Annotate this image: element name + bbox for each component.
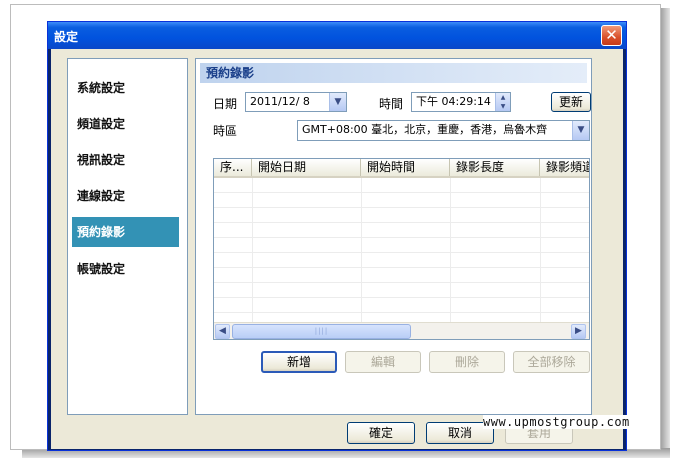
remove-all-button[interactable]: 全部移除 xyxy=(513,351,590,373)
dialog-client-area: 系統設定 頻道設定 視訊設定 連線設定 預約錄影 帳號設定 預約錄影 日期 20… xyxy=(51,49,623,449)
scroll-right-icon: ▶ xyxy=(575,326,582,336)
date-label: 日期 xyxy=(213,97,238,111)
settings-sidebar: 系統設定 頻道設定 視訊設定 連線設定 預約錄影 帳號設定 xyxy=(67,58,188,415)
column-header-channel[interactable]: 錄影頻道 xyxy=(540,159,589,176)
delete-button[interactable]: 刪除 xyxy=(429,351,505,373)
sidebar-item-schedule-recording[interactable]: 預約錄影 xyxy=(72,217,179,247)
horizontal-scrollbar[interactable]: ◀ |||| ▶ xyxy=(214,322,589,339)
chevron-down-icon: ▼ xyxy=(577,125,585,135)
grip-icon: |||| xyxy=(314,327,329,335)
time-value: 下午 04:29:14 xyxy=(416,95,491,108)
date-picker[interactable]: 2011/12/ 8 ▼ xyxy=(245,92,347,112)
column-header-start-date[interactable]: 開始日期 xyxy=(252,159,361,176)
table-row[interactable] xyxy=(214,193,589,208)
sidebar-item-connection[interactable]: 連線設定 xyxy=(72,181,179,211)
table-row[interactable] xyxy=(214,283,589,298)
chevron-down-icon: ▼ xyxy=(334,97,342,107)
scroll-left-button[interactable]: ◀ xyxy=(215,324,230,339)
spin-up-icon[interactable]: ▲ xyxy=(496,93,510,102)
sidebar-item-account[interactable]: 帳號設定 xyxy=(72,254,179,284)
date-value: 2011/12/ 8 xyxy=(250,95,310,108)
sidebar-item-system[interactable]: 系統設定 xyxy=(72,73,179,103)
table-row[interactable] xyxy=(214,298,589,313)
date-dropdown-button[interactable]: ▼ xyxy=(329,93,346,111)
page-shadow-right xyxy=(660,8,670,458)
column-header-start-time[interactable]: 開始時間 xyxy=(361,159,450,176)
time-label: 時間 xyxy=(379,97,404,111)
section-title: 預約錄影 xyxy=(200,63,587,83)
spin-down-icon[interactable]: ▼ xyxy=(496,102,510,111)
sidebar-item-channel[interactable]: 頻道設定 xyxy=(72,109,179,139)
sidebar-item-video[interactable]: 視訊設定 xyxy=(72,145,179,175)
table-row[interactable] xyxy=(214,208,589,223)
column-divider xyxy=(252,178,253,322)
scroll-thumb[interactable]: |||| xyxy=(232,324,411,339)
table-row[interactable] xyxy=(214,238,589,253)
add-button[interactable]: 新增 xyxy=(261,351,337,373)
window-title: 設定 xyxy=(54,30,79,44)
schedule-recording-panel: 預約錄影 日期 2011/12/ 8 ▼ 時間 下午 04:29:14 ▲ ▼ … xyxy=(195,58,592,415)
column-divider xyxy=(450,178,451,322)
time-spin-buttons[interactable]: ▲ ▼ xyxy=(495,93,510,111)
close-button[interactable]: ✕ xyxy=(601,25,622,46)
column-divider xyxy=(540,178,541,322)
ok-button[interactable]: 確定 xyxy=(347,422,415,444)
schedule-table[interactable]: 序... 開始日期 開始時間 錄影長度 錄影頻道 ◀ |||| ▶ xyxy=(213,158,590,340)
title-bar[interactable]: 設定 ✕ xyxy=(48,22,626,49)
update-button[interactable]: 更新 xyxy=(551,92,591,112)
scroll-left-icon: ◀ xyxy=(219,326,226,336)
timezone-dropdown-button[interactable]: ▼ xyxy=(572,121,589,140)
scroll-right-button[interactable]: ▶ xyxy=(571,324,586,339)
column-header-index[interactable]: 序... xyxy=(214,159,252,176)
column-divider xyxy=(361,178,362,322)
timezone-select[interactable]: GMT+08:00 臺北，北京，重慶，香港，烏魯木齊 ▼ xyxy=(297,120,590,141)
table-header: 序... 開始日期 開始時間 錄影長度 錄影頻道 xyxy=(214,159,589,178)
close-icon: ✕ xyxy=(605,26,618,44)
column-header-duration[interactable]: 錄影長度 xyxy=(450,159,540,176)
timezone-label: 時區 xyxy=(213,124,238,138)
edit-button[interactable]: 編輯 xyxy=(345,351,421,373)
table-row[interactable] xyxy=(214,253,589,268)
table-row[interactable] xyxy=(214,223,589,238)
table-row[interactable] xyxy=(214,268,589,283)
watermark-text: www.upmostgroup.com xyxy=(483,415,630,429)
settings-dialog: 設定 ✕ 系統設定 頻道設定 視訊設定 連線設定 預約錄影 帳號設定 預約錄影 … xyxy=(47,21,627,451)
time-spinner[interactable]: 下午 04:29:14 ▲ ▼ xyxy=(411,92,511,112)
timezone-value: GMT+08:00 臺北，北京，重慶，香港，烏魯木齊 xyxy=(302,123,548,136)
table-row[interactable] xyxy=(214,178,589,193)
